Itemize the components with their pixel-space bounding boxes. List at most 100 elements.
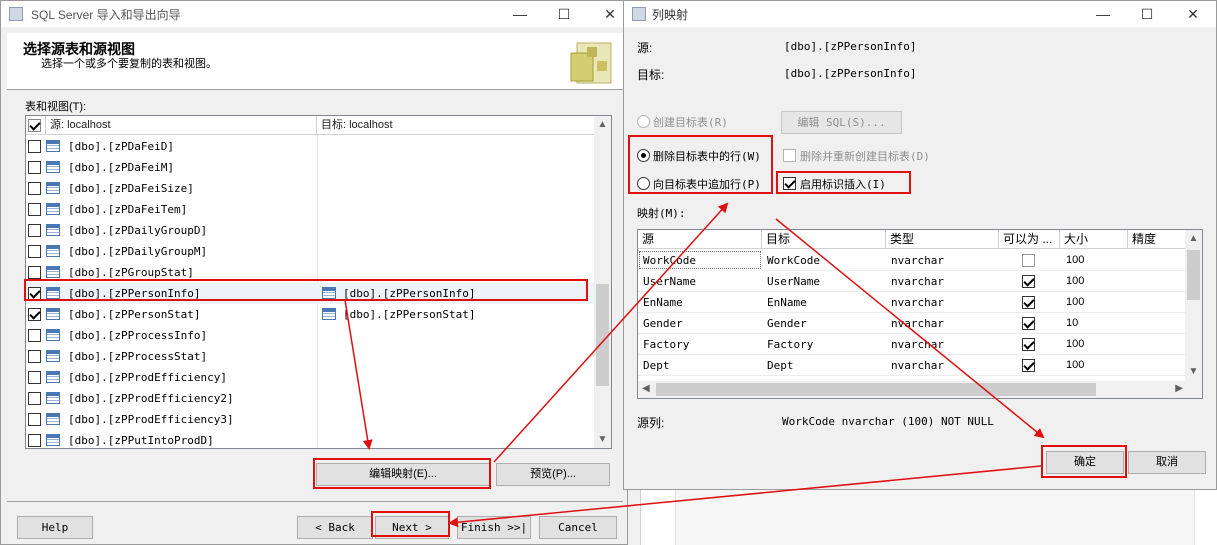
row-checkbox[interactable] xyxy=(28,413,41,426)
map-type-cell[interactable]: nvarchar xyxy=(891,317,944,330)
map-dest-cell[interactable]: Dept xyxy=(767,359,794,372)
table-row[interactable]: [dbo].[zPDailyGroupD] xyxy=(26,220,595,241)
mapping-row[interactable]: Gender Gender nvarchar 10 xyxy=(638,313,1187,334)
map-source-cell[interactable]: UserName xyxy=(643,275,696,288)
table-row[interactable]: [dbo].[zPProdEfficiency2] xyxy=(26,388,595,409)
row-checkbox[interactable] xyxy=(28,287,41,300)
scroll-down-icon[interactable]: ▼ xyxy=(594,434,611,445)
source-column-header[interactable]: 源: localhost xyxy=(46,116,317,135)
preview-button[interactable]: 预览(P)... xyxy=(496,463,610,486)
table-row[interactable]: [dbo].[zPDaFeiSize] xyxy=(26,178,595,199)
table-row[interactable]: [dbo].[zPProdEfficiency] xyxy=(26,367,595,388)
map-type-cell[interactable]: nvarchar xyxy=(891,275,944,288)
scroll-up-icon[interactable]: ▲ xyxy=(594,119,611,130)
row-checkbox[interactable] xyxy=(28,329,41,342)
nullable-checkbox[interactable] xyxy=(1022,317,1035,330)
finish-button[interactable]: Finish >>| xyxy=(457,516,531,539)
table-row[interactable]: [dbo].[zPPutIntoProdD] xyxy=(26,430,595,448)
table-row[interactable]: [dbo].[zPProcessInfo] xyxy=(26,325,595,346)
map-size-cell[interactable]: 100 xyxy=(1066,254,1084,266)
table-row[interactable]: [dbo].[zPProdEfficiency3] xyxy=(26,409,595,430)
drop-recreate-checkbox[interactable] xyxy=(783,149,796,162)
row-checkbox[interactable] xyxy=(28,203,41,216)
next-button[interactable]: Next > xyxy=(375,516,449,539)
select-all-header[interactable] xyxy=(26,116,46,135)
map-size-cell[interactable]: 100 xyxy=(1066,296,1084,308)
map-size-cell[interactable]: 100 xyxy=(1066,359,1084,371)
row-checkbox[interactable] xyxy=(28,434,41,447)
map-scroll-left-icon[interactable]: ◀ xyxy=(642,383,650,394)
map-scroll-right-icon[interactable]: ▶ xyxy=(1175,383,1183,394)
nullable-checkbox[interactable] xyxy=(1022,275,1035,288)
table-row[interactable]: [dbo].[zPDaFeiM] xyxy=(26,157,595,178)
nullable-checkbox[interactable] xyxy=(1022,359,1035,372)
nullable-checkbox[interactable] xyxy=(1022,254,1035,267)
row-checkbox[interactable] xyxy=(28,371,41,384)
row-checkbox[interactable] xyxy=(28,350,41,363)
mapping-titlebar[interactable]: 列映射 — ☐ ✕ xyxy=(624,1,1216,27)
map-source-cell[interactable]: Gender xyxy=(643,317,683,330)
tables-scrollbar[interactable]: ▲ ▼ xyxy=(594,116,611,448)
map-type-cell[interactable]: nvarchar xyxy=(891,359,944,372)
mapping-row[interactable]: Dept Dept nvarchar 100 xyxy=(638,355,1187,376)
table-row[interactable]: [dbo].[zPDaFeiTem] xyxy=(26,199,595,220)
row-checkbox[interactable] xyxy=(28,308,41,321)
table-row[interactable]: [dbo].[zPPersonInfo] [dbo].[zPPersonInfo] xyxy=(26,283,595,304)
table-row[interactable]: [dbo].[zPPersonStat] [dbo].[zPPersonStat] xyxy=(26,304,595,325)
row-checkbox[interactable] xyxy=(28,224,41,237)
nullable-checkbox[interactable] xyxy=(1022,296,1035,309)
row-checkbox[interactable] xyxy=(28,182,41,195)
row-checkbox[interactable] xyxy=(28,245,41,258)
mappings-hscrollbar[interactable]: ◀ ▶ xyxy=(638,381,1187,398)
map-size-cell[interactable]: 100 xyxy=(1066,275,1084,287)
map-source-cell[interactable]: WorkCode xyxy=(643,254,696,267)
mapping-cancel-button[interactable]: 取消 xyxy=(1128,451,1206,474)
map-dest-cell[interactable]: Factory xyxy=(767,338,813,351)
help-button[interactable]: Help xyxy=(17,516,93,539)
map-scroll-up-icon[interactable]: ▲ xyxy=(1185,233,1202,244)
map-source-cell[interactable]: Factory xyxy=(643,338,689,351)
select-all-checkbox[interactable] xyxy=(28,119,41,132)
row-checkbox[interactable] xyxy=(28,266,41,279)
map-col-size[interactable]: 大小 xyxy=(1060,230,1128,249)
mapping-row[interactable]: UserName UserName nvarchar 100 xyxy=(638,271,1187,292)
map-col-source[interactable]: 源 xyxy=(638,230,762,249)
map-type-cell[interactable]: nvarchar xyxy=(891,296,944,309)
mapping-minimize-button[interactable]: — xyxy=(1080,1,1126,27)
map-source-cell[interactable]: EnName xyxy=(643,296,683,309)
map-scroll-down-icon[interactable]: ▼ xyxy=(1185,366,1202,377)
mapping-close-button[interactable]: ✕ xyxy=(1170,1,1216,27)
mappings-scrollbar[interactable]: ▲ ▼ xyxy=(1185,230,1202,398)
append-rows-radio[interactable] xyxy=(637,177,650,190)
map-dest-cell[interactable]: EnName xyxy=(767,296,807,309)
map-dest-cell[interactable]: WorkCode xyxy=(767,254,820,267)
maximize-button[interactable]: ☐ xyxy=(541,1,587,27)
back-button[interactable]: < Back xyxy=(297,516,373,539)
map-type-cell[interactable]: nvarchar xyxy=(891,254,944,267)
table-row[interactable]: [dbo].[zPProcessStat] xyxy=(26,346,595,367)
map-col-nullable[interactable]: 可以为 ... xyxy=(999,230,1060,249)
map-col-type[interactable]: 类型 xyxy=(886,230,999,249)
cancel-button[interactable]: Cancel xyxy=(539,516,617,539)
delete-rows-radio[interactable] xyxy=(637,149,650,162)
map-hscroll-thumb[interactable] xyxy=(656,383,1096,396)
row-checkbox[interactable] xyxy=(28,140,41,153)
map-scroll-thumb[interactable] xyxy=(1187,250,1200,300)
wizard-titlebar[interactable]: SQL Server 导入和导出向导 — ☐ ✕ xyxy=(1,1,627,27)
table-row[interactable]: [dbo].[zPDailyGroupM] xyxy=(26,241,595,262)
create-table-radio[interactable] xyxy=(637,115,650,128)
map-size-cell[interactable]: 100 xyxy=(1066,338,1084,350)
edit-sql-button[interactable]: 编辑 SQL(S)... xyxy=(781,111,902,134)
table-row[interactable]: [dbo].[zPDaFeiD] xyxy=(26,136,595,157)
edit-mapping-button[interactable]: 编辑映射(E)... xyxy=(316,463,490,486)
dest-table-name[interactable]: [dbo].[zPPersonStat] xyxy=(343,308,475,321)
mapping-row[interactable]: Factory Factory nvarchar 100 xyxy=(638,334,1187,355)
map-type-cell[interactable]: nvarchar xyxy=(891,338,944,351)
minimize-button[interactable]: — xyxy=(497,1,543,27)
row-checkbox[interactable] xyxy=(28,161,41,174)
dest-column-header[interactable]: 目标: localhost xyxy=(317,116,595,135)
map-col-precision[interactable]: 精度 xyxy=(1128,230,1187,249)
mapping-row[interactable]: WorkCode WorkCode nvarchar 100 xyxy=(638,250,1187,271)
row-checkbox[interactable] xyxy=(28,392,41,405)
map-dest-cell[interactable]: Gender xyxy=(767,317,807,330)
